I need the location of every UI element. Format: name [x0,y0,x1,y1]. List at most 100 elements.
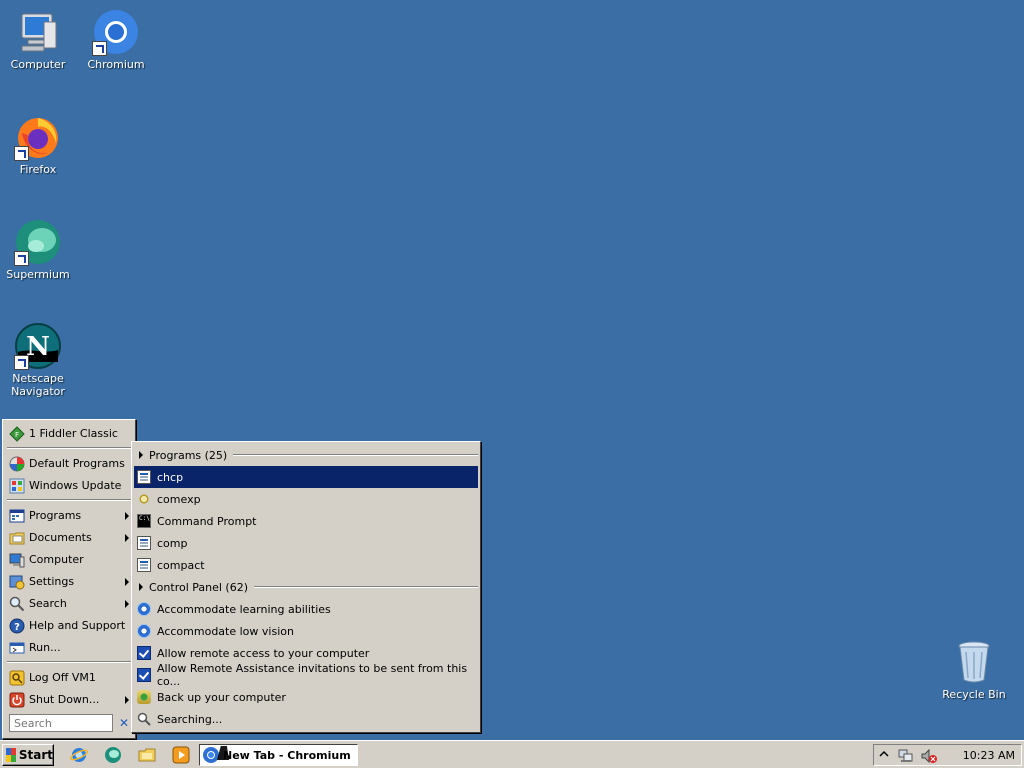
start-menu-search-input[interactable] [9,714,113,732]
result-item-compact[interactable]: compact [134,554,478,576]
desktop-icon-label: Chromium [87,58,145,71]
start-menu-item-documents[interactable]: Documents [6,527,134,548]
submenu-arrow-icon [125,600,129,608]
start-button-label: Start [18,748,53,762]
result-item-back-up[interactable]: Back up your computer [134,686,478,708]
document-icon [137,470,151,484]
gear-icon [137,492,151,506]
submenu-arrow-icon [125,534,129,542]
start-menu-item-run[interactable]: Run... [6,637,134,658]
backup-icon [137,690,151,704]
desktop-icon-label: Computer [10,58,66,71]
computer-icon [9,552,25,568]
start-menu-item-label: Log Off VM1 [29,671,96,684]
result-item-label: Allow Remote Assistance invitations to b… [157,662,468,688]
fiddler-icon: F [9,425,25,442]
internet-explorer-icon[interactable] [69,746,89,764]
results-group-header-programs[interactable]: Programs (25) [136,445,480,465]
start-menu-item-computer[interactable]: Computer [6,549,134,570]
supermium-icon [14,218,62,266]
chromium-icon [203,747,219,763]
start-menu-item-label: Windows Update [29,479,122,492]
result-item-command-prompt[interactable]: Command Prompt [134,510,478,532]
result-item-allow-remote-access[interactable]: Allow remote access to your computer [134,642,478,664]
start-menu-item-programs[interactable]: Programs [6,505,134,526]
result-item-accommodate-learning[interactable]: Accommodate learning abilities [134,598,478,620]
result-item-label: comp [157,536,188,550]
command-prompt-icon [137,514,151,528]
start-menu-item-label: Shut Down... [29,693,100,706]
start-menu-item-label: Programs [29,509,82,522]
clear-search-icon[interactable]: ✕ [117,715,131,731]
volume-muted-icon[interactable] [920,748,938,764]
results-group-label: Control Panel (62) [149,580,249,594]
results-group-label: Programs (25) [149,448,228,462]
programs-icon [9,508,25,524]
documents-icon [9,530,25,546]
explorer-icon[interactable] [138,746,156,764]
run-icon [9,640,25,656]
supermium-icon[interactable] [104,746,122,764]
start-menu-item-label: 1 Fiddler Classic [29,427,118,440]
start-menu-item-settings[interactable]: Settings [6,571,134,592]
start-menu-item-shut-down[interactable]: Shut Down... [6,689,134,710]
desktop-icon-computer[interactable]: Computer [0,8,76,71]
result-item-accommodate-low-vision[interactable]: Accommodate low vision [134,620,478,642]
start-menu-item-default-programs[interactable]: Default Programs [6,453,134,474]
result-item-comp[interactable]: comp [134,532,478,554]
document-icon [137,536,151,550]
svg-text:N: N [26,332,50,362]
start-button[interactable]: Start [2,744,54,766]
group-divider [233,454,478,456]
desktop-icon-label: Supermium [6,268,70,281]
search-icon [137,712,151,726]
result-item-label: compact [157,558,205,572]
expand-arrow-icon [139,451,143,459]
start-menu-item-windows-update[interactable]: Windows Update [6,475,134,496]
shortcut-arrow-icon [14,355,29,370]
result-item-label: comexp [157,492,201,506]
network-icon[interactable] [898,748,914,764]
shut-down-icon [9,692,25,708]
result-item-comexp[interactable]: comexp [134,488,478,510]
start-menu-item-label: Default Programs [29,457,125,470]
svg-text:?: ? [14,622,20,633]
netscape-icon: N [14,322,62,370]
taskbar-button-label: New Tab - Chromium [223,748,351,762]
recycle-bin-icon [950,638,998,686]
desktop-icon-firefox[interactable]: Firefox [0,113,76,176]
start-menu-item-label: Run... [29,641,61,654]
accessibility-icon [137,624,151,638]
submenu-arrow-icon [125,512,129,520]
desktop-icon-supermium[interactable]: Supermium [0,218,76,281]
desktop-icon-label: Netscape Navigator [11,372,65,398]
desktop-icon-recycle-bin[interactable]: Recycle Bin [936,638,1012,701]
result-item-chcp[interactable]: chcp [134,466,478,488]
document-icon [137,558,151,572]
result-item-label: chcp [157,470,184,484]
start-menu-item-log-off[interactable]: Log Off VM1 [6,667,134,688]
start-menu-item-help[interactable]: ? Help and Support [6,615,134,636]
group-divider [254,586,478,588]
desktop-icon-netscape[interactable]: N Netscape Navigator [0,322,76,398]
windows-update-icon [9,478,25,494]
result-item-label: Back up your computer [157,690,286,704]
submenu-arrow-icon [125,578,129,586]
settings-icon [9,574,25,590]
result-item-label: Allow remote access to your computer [157,646,370,660]
show-hidden-icons-icon[interactable] [878,748,890,762]
desktop-icon-chromium[interactable]: Chromium [78,8,154,71]
start-menu-item-label: Documents [29,531,92,544]
help-icon: ? [9,618,25,634]
start-menu-separator [7,499,132,501]
media-player-icon[interactable] [172,746,190,764]
start-menu-item-label: Settings [29,575,75,588]
results-group-header-control-panel[interactable]: Control Panel (62) [136,577,480,597]
accessibility-icon [137,602,151,616]
start-menu-separator [7,661,132,663]
start-menu-item-fiddler[interactable]: F 1 Fiddler Classic [6,423,134,444]
start-menu-item-search[interactable]: Search [6,593,134,614]
clock[interactable]: 10:23 AM [963,749,1015,762]
result-item-allow-remote-assistance[interactable]: Allow Remote Assistance invitations to b… [134,662,478,688]
desktop-icon-label: Firefox [19,163,57,176]
